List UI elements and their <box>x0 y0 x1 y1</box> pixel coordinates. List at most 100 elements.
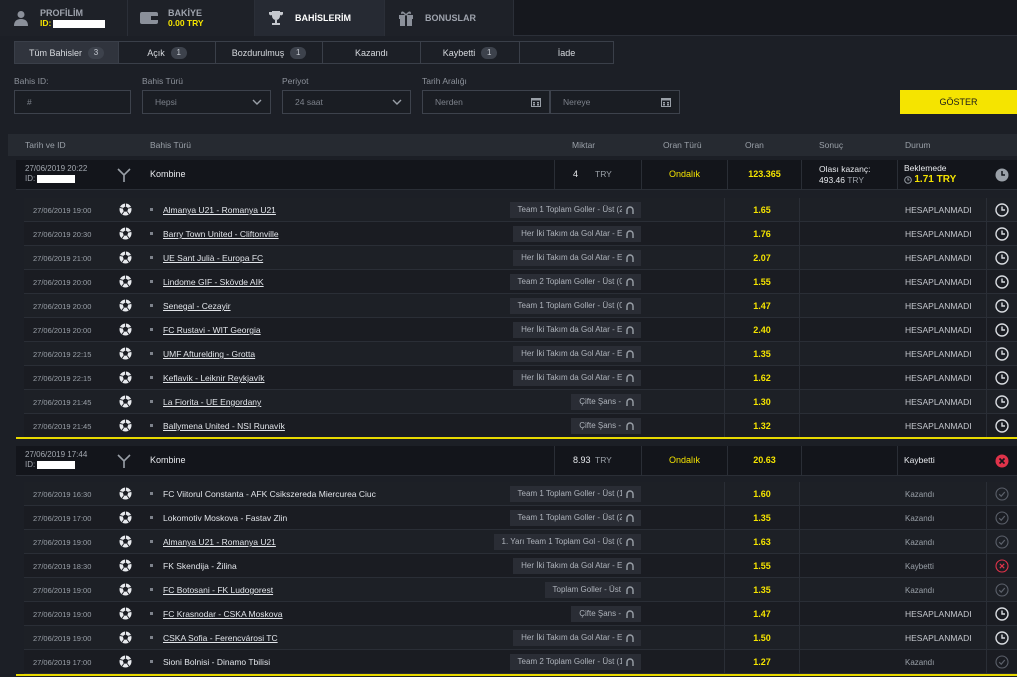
selection-date: 27/06/2019 19:00 <box>33 538 92 547</box>
match-link[interactable]: Sioni Bolnisi - Dinamo Tbilisi <box>163 657 270 667</box>
nav-profile[interactable]: PROFİLİM ID: <box>0 0 128 36</box>
bullet <box>150 256 153 259</box>
nav-bets[interactable]: BAHİSLERİM <box>255 0 385 36</box>
bet-filter-tabs: Tüm Bahisler 3 Açık 1 Bozdurulmuş 1 Kazandı… <box>14 41 614 64</box>
show-button[interactable]: GÖSTER <box>900 90 1017 114</box>
match-link[interactable]: FC Rustavi - WIT Georgia <box>163 325 261 335</box>
period-select[interactable]: 24 saat <box>282 90 411 114</box>
lock-icon[interactable] <box>622 227 638 241</box>
lock-icon[interactable] <box>622 631 638 645</box>
soccer-ball-icon <box>119 203 132 218</box>
lock-icon[interactable] <box>622 347 638 361</box>
nav-balance[interactable]: BAKİYE 0.00 TRY <box>128 0 255 36</box>
selection-status: HESAPLANMADI <box>905 253 972 263</box>
match-link[interactable]: Lindome GIF - Skövde AIK <box>163 277 264 287</box>
possible-win-label: Olası kazanç: <box>819 164 871 174</box>
nav-balance-label: BAKİYE <box>168 8 203 18</box>
coupon-row[interactable]: 27/06/2019 17:44 ID: Kombine 8.93 TRY Onda… <box>16 446 1017 476</box>
match-link[interactable]: Ballymena United - NSI Runavík <box>163 421 285 431</box>
lock-icon[interactable] <box>622 275 638 289</box>
selection-row: 27/06/2019 20:00 FC Rustavi - WIT Georgia… <box>24 318 1017 342</box>
coupon-currency: TRY <box>595 455 612 465</box>
selection-date: 27/06/2019 21:45 <box>33 398 92 407</box>
won-check-icon <box>986 578 1017 602</box>
soccer-ball-icon <box>119 583 132 598</box>
selection-odds: 1.55 <box>753 561 771 571</box>
date-range-label: Tarih Aralığı <box>422 76 467 86</box>
lock-icon[interactable] <box>622 395 638 409</box>
date-to-input[interactable]: Nereye <box>550 90 680 114</box>
lock-icon[interactable] <box>622 371 638 385</box>
lock-icon[interactable] <box>622 511 638 525</box>
pending-clock-icon <box>986 390 1017 414</box>
coupon-odds: 20.63 <box>753 455 776 465</box>
pending-clock-icon[interactable] <box>986 160 1017 190</box>
coupon-odds: 123.365 <box>748 169 781 179</box>
match-link[interactable]: FC Viitorul Constanta - AFK Csikszereda … <box>163 489 376 499</box>
lock-icon[interactable] <box>622 419 638 433</box>
bet-type-select[interactable]: Hepsi <box>142 90 271 114</box>
lock-icon[interactable] <box>622 323 638 337</box>
selection-date: 27/06/2019 19:00 <box>33 634 92 643</box>
match-link[interactable]: Senegal - Cezayir <box>163 301 231 311</box>
won-check-icon <box>986 506 1017 530</box>
tab-won[interactable]: Kazandı <box>322 41 420 64</box>
coupon-selections: 27/06/2019 16:30 FC Viitorul Constanta - … <box>24 482 1017 674</box>
coupon-date: 27/06/2019 20:22 <box>25 164 88 173</box>
match-link[interactable]: Almanya U21 - Romanya U21 <box>163 537 276 547</box>
bet-id-input[interactable]: # <box>14 90 131 114</box>
tab-refund[interactable]: İade <box>519 41 614 64</box>
match-link[interactable]: FK Skendija - Žilina <box>163 561 237 571</box>
lock-icon[interactable] <box>622 583 638 597</box>
selection-row: 27/06/2019 20:00 Lindome GIF - Skövde AIK… <box>24 270 1017 294</box>
date-to-placeholder: Nereye <box>563 97 591 107</box>
match-link[interactable]: CSKA Sofia - Ferencvárosi TC <box>163 633 278 643</box>
selection-row: 27/06/2019 21:00 UE Sant Julià - Europa F… <box>24 246 1017 270</box>
match-link[interactable]: UMF Afturelding - Grotta <box>163 349 255 359</box>
period-label: Periyot <box>282 76 309 86</box>
tab-count: 1 <box>481 46 498 59</box>
lock-icon[interactable] <box>622 559 638 573</box>
match-link[interactable]: Barry Town United - Cliftonville <box>163 229 279 239</box>
coupon-row[interactable]: 27/06/2019 20:22 ID: Kombine 4 TRY Ondalık… <box>16 160 1017 190</box>
match-link[interactable]: UE Sant Julià - Europa FC <box>163 253 263 263</box>
tab-all[interactable]: Tüm Bahisler 3 <box>14 41 118 64</box>
lost-x-icon[interactable] <box>986 446 1017 476</box>
soccer-ball-icon <box>119 371 132 386</box>
redacted-id <box>37 460 76 469</box>
selection-odds: 1.55 <box>753 277 771 287</box>
lock-icon[interactable] <box>622 299 638 313</box>
date-from-input[interactable]: Nerden <box>422 90 550 114</box>
selection-date: 27/06/2019 22:15 <box>33 374 92 383</box>
selection-status: Kazandı <box>905 490 935 499</box>
soccer-ball-icon <box>119 487 132 502</box>
lock-icon[interactable] <box>622 251 638 265</box>
match-link[interactable]: Keflavik - Leiknir Reykjavík <box>163 373 265 383</box>
selection-status: HESAPLANMADI <box>905 277 972 287</box>
bullet <box>150 352 153 355</box>
match-link[interactable]: Lokomotiv Moskova - Fastav Zlin <box>163 513 287 523</box>
tab-lost[interactable]: Kaybetti 1 <box>420 41 519 64</box>
lock-icon[interactable] <box>622 203 638 217</box>
lock-icon[interactable] <box>622 607 638 621</box>
lock-icon[interactable] <box>622 655 638 669</box>
tab-label: İade <box>557 47 576 58</box>
calendar-icon <box>661 97 671 109</box>
tab-cashout[interactable]: Bozdurulmuş 1 <box>215 41 322 64</box>
combo-icon <box>116 453 132 471</box>
match-link[interactable]: Almanya U21 - Romanya U21 <box>163 205 276 215</box>
selection-odds: 1.65 <box>753 205 771 215</box>
won-check-icon <box>986 650 1017 674</box>
match-link[interactable]: La Fiorita - UE Engordany <box>163 397 261 407</box>
tab-open[interactable]: Açık 1 <box>118 41 215 64</box>
bullet <box>150 280 153 283</box>
selection-status: Kaybetti <box>905 562 934 571</box>
match-link[interactable]: FC Krasnodar - CSKA Moskova <box>163 609 283 619</box>
lock-icon[interactable] <box>622 535 638 549</box>
tab-label: Tüm Bahisler <box>28 47 82 58</box>
match-link[interactable]: FC Botosani - FK Ludogorest <box>163 585 273 595</box>
soccer-ball-icon <box>119 275 132 290</box>
nav-bonus[interactable]: BONUSLAR <box>385 0 514 36</box>
lock-icon[interactable] <box>622 487 638 501</box>
pending-clock-icon <box>986 270 1017 294</box>
